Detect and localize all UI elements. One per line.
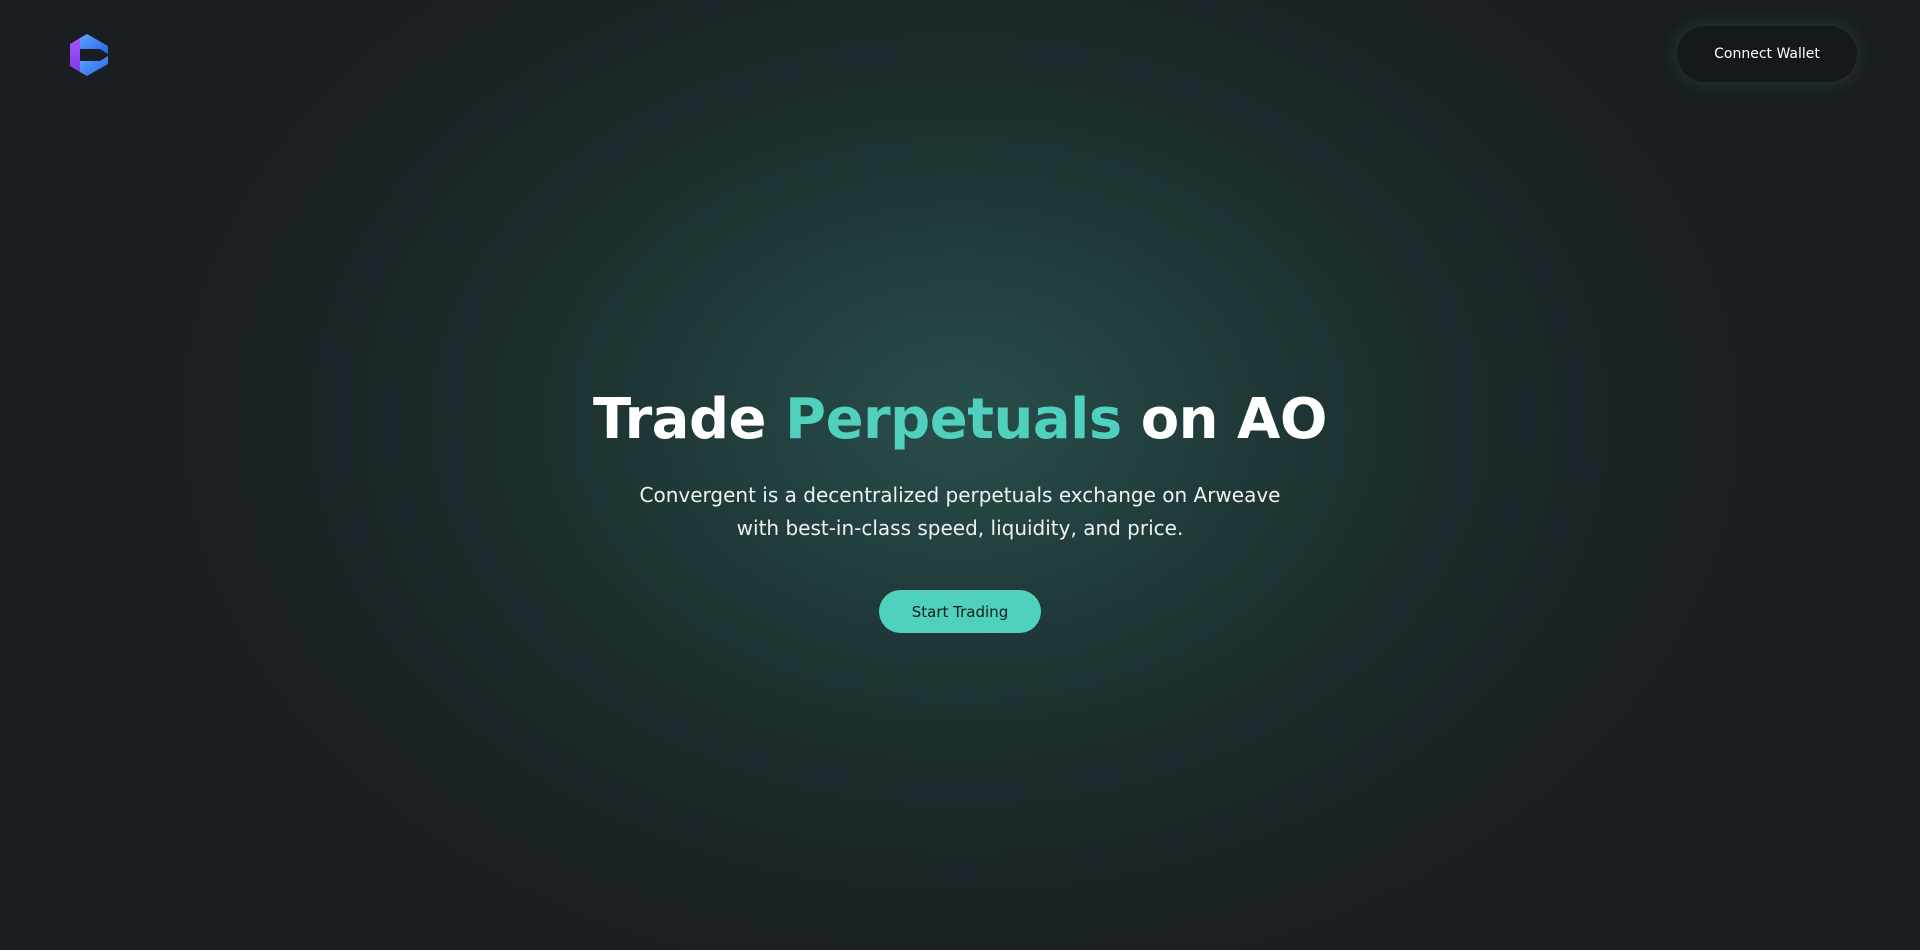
hero-subtitle-line-2: with best-in-class speed, liquidity, and… xyxy=(736,516,1184,540)
hero-title-prefix: Trade xyxy=(593,387,786,452)
convergent-logo-icon[interactable] xyxy=(70,34,110,76)
hero-title-suffix: on AO xyxy=(1121,387,1328,452)
hero-title: Trade Perpetuals on AO xyxy=(0,385,1920,455)
connect-wallet-button[interactable]: Connect Wallet xyxy=(1677,26,1857,82)
hero-title-highlight: Perpetuals xyxy=(785,387,1122,452)
header: Connect Wallet xyxy=(0,0,1920,110)
hero-subtitle-line-1: Convergent is a decentralized perpetuals… xyxy=(639,483,1281,507)
hero-subtitle: Convergent is a decentralized perpetuals… xyxy=(600,479,1320,545)
start-trading-button[interactable]: Start Trading xyxy=(879,590,1041,633)
hero-section: Trade Perpetuals on AO Convergent is a d… xyxy=(0,385,1920,633)
